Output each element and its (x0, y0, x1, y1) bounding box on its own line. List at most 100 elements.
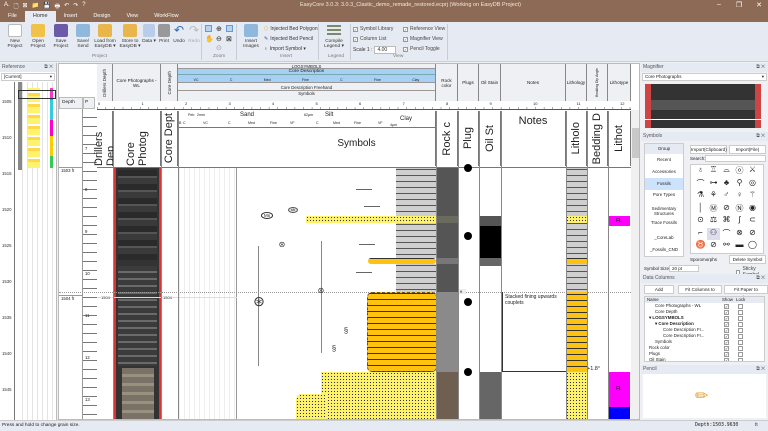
oil-stain-band[interactable] (479, 216, 501, 226)
lithotype-fl[interactable]: FL (608, 216, 630, 226)
lithology-orange[interactable] (566, 292, 587, 372)
show-checkbox[interactable]: ✓ (724, 351, 729, 357)
lithology-orange[interactable] (566, 258, 587, 264)
symbol-glyph[interactable]: ♉ (694, 240, 707, 253)
bed-orange-couplets[interactable] (367, 292, 437, 372)
symbol-size-input[interactable]: 20 pt (669, 265, 699, 272)
new-project-button[interactable]: New Project (4, 24, 26, 49)
pointer-tool-icon[interactable] (205, 25, 212, 32)
symbol-glyph[interactable]: ⚘ (707, 190, 720, 203)
injected-bed-pencil-button[interactable]: ✎ Injected Bed Pencil (264, 36, 313, 42)
zoom-in-icon[interactable]: ⊕ (216, 25, 222, 33)
symbol-glyph[interactable]: ♂ (720, 190, 733, 203)
vertical-scrollbar[interactable] (631, 110, 639, 419)
pin-close-icons[interactable]: ⧉ ✕ (44, 63, 53, 72)
lock-checkbox[interactable] (738, 351, 743, 357)
symbol-glyph[interactable]: ◯ (746, 240, 759, 253)
group-item[interactable]: Trace Fossils (645, 218, 683, 232)
header-core-photographs[interactable]: Core Photographs - WL (113, 64, 161, 101)
symbol-glyph[interactable]: ⓞ (733, 165, 746, 178)
show-checkbox[interactable]: ✓ (724, 345, 729, 351)
symbol-glyph[interactable]: ▬ (733, 240, 746, 253)
symbol-glyph[interactable]: Ⓝ (733, 203, 746, 216)
lithology-sand[interactable] (566, 372, 587, 419)
header-logsymbols[interactable]: LOGSYMBOLS Core Description VC C Med Fine C F… (178, 64, 436, 101)
fit-height-icon[interactable] (226, 25, 233, 32)
lithotype-blue[interactable] (608, 407, 630, 419)
pan-hand-icon[interactable]: ✋ (205, 35, 214, 43)
symbol-glyph[interactable]: ◉ (746, 203, 759, 216)
symbol-library-checkbox[interactable]: ✓ Symbol Library (353, 26, 393, 32)
tab-view[interactable]: View (118, 11, 146, 22)
magnifier-view-checkbox[interactable]: ✓ Magnifier View (403, 36, 443, 42)
load-from-easydb-button[interactable]: Load from EasyDB ▾ (93, 24, 117, 49)
symbol-glyph[interactable]: ♀ (733, 190, 746, 203)
header-rock-color[interactable]: Rock color (436, 64, 458, 101)
add-column-button[interactable]: Add (644, 285, 674, 294)
symbol-glyph[interactable]: ◎ (746, 178, 759, 191)
symbol-glyph[interactable]: ⊗ (733, 228, 746, 241)
import-symbol-button[interactable]: ♁ Import Symbol ▾ (264, 46, 306, 52)
pencil-icon[interactable]: ✏ (695, 386, 708, 406)
open-project-button[interactable]: Open Project (27, 24, 49, 49)
print-button[interactable]: Print (156, 24, 172, 44)
reference-select[interactable]: [Current] ▾ (1, 73, 55, 81)
header-lithotype[interactable]: Lithotype (608, 64, 631, 101)
plug-marker[interactable] (464, 232, 472, 240)
import-clipboard-button[interactable]: Import(Clipboard) (690, 145, 727, 154)
minimize-button[interactable]: – (712, 1, 726, 8)
lock-checkbox[interactable] (738, 315, 743, 321)
symbol-glyph[interactable]: ⊘ (720, 203, 733, 216)
symbol-glyph[interactable]: ♁ (694, 165, 707, 178)
lithotype-fl[interactable]: FL (608, 372, 630, 407)
symbol-glyph[interactable]: ⊂ (746, 215, 759, 228)
scrollbar-thumb[interactable] (632, 128, 639, 158)
burrow-symbol-icon[interactable]: § (329, 344, 339, 354)
symbol-glyph[interactable]: ⚗ (694, 190, 707, 203)
zoom-out-icon[interactable]: ⊖ (216, 35, 222, 43)
show-checkbox[interactable]: ✓ (724, 315, 729, 321)
symbol-range-line[interactable] (321, 241, 322, 353)
tab-workflow[interactable]: WorkFlow (146, 11, 186, 22)
symbol-glyph[interactable]: ⊘ (707, 240, 720, 253)
compile-legend-button[interactable]: Compile Legend ▾ (322, 24, 346, 49)
show-checkbox[interactable]: ✓ (724, 333, 729, 339)
bed-sandstone-lower[interactable] (296, 394, 326, 419)
lock-checkbox[interactable] (738, 309, 743, 315)
rock-color-brown[interactable] (436, 372, 458, 419)
store-to-easydb-button[interactable]: Store to EasyDB ▾ (118, 24, 142, 49)
fossil-symbol-icon[interactable]: ⊛ (316, 286, 326, 296)
tab-file[interactable]: File (0, 11, 25, 22)
undo-button[interactable]: ↶ Undo (171, 24, 187, 45)
show-checkbox[interactable]: ✓ (724, 321, 729, 327)
save-send-button[interactable]: Save/ Send (72, 24, 94, 49)
group-item[interactable]: Pore Types (645, 190, 683, 204)
symbol-glyph[interactable]: ♖ (707, 165, 720, 178)
rock-color-dark-gray[interactable] (436, 168, 458, 292)
symbol-glyph[interactable]: ⚇ (707, 227, 720, 240)
delete-symbol-button[interactable]: Delete Symbol (729, 255, 766, 264)
bed-siltstone[interactable] (396, 168, 436, 216)
lock-checkbox[interactable] (738, 321, 743, 327)
pin-close-icons[interactable]: ⧉ ✕ (756, 63, 765, 72)
rock-color-gray[interactable] (436, 292, 458, 372)
lock-checkbox[interactable] (738, 339, 743, 345)
show-checkbox[interactable]: ✓ (724, 303, 729, 309)
insert-images-button[interactable]: Insert Images (239, 24, 263, 49)
lock-checkbox[interactable] (738, 345, 743, 351)
data-column-row[interactable]: Oil Stain ✓ (645, 357, 764, 361)
group-item[interactable]: Accessories (645, 166, 683, 178)
header-bedding-dip[interactable]: Bedding Dip Angle (587, 64, 608, 101)
symbol-glyph[interactable]: Ⓜ (707, 203, 720, 216)
header-core-depth[interactable]: Core Depth (161, 64, 178, 101)
lithology-siltstone[interactable] (566, 168, 587, 292)
tab-home[interactable]: Home (24, 11, 56, 22)
fit-paper-to-columns-button[interactable]: Fit Paper to Columns (724, 285, 768, 300)
tab-design[interactable]: Design (85, 11, 118, 22)
symbol-glyph[interactable]: │ (694, 203, 707, 216)
injected-bed-polygon-button[interactable]: ⬠ Injected Bed Polygon (264, 26, 318, 32)
fit-all-icon[interactable]: ⊠ (226, 35, 232, 43)
rock-color-band[interactable] (436, 216, 458, 223)
header-lithology[interactable]: Lithology (566, 64, 587, 101)
symbol-glyph[interactable]: ⚲ (733, 178, 746, 191)
